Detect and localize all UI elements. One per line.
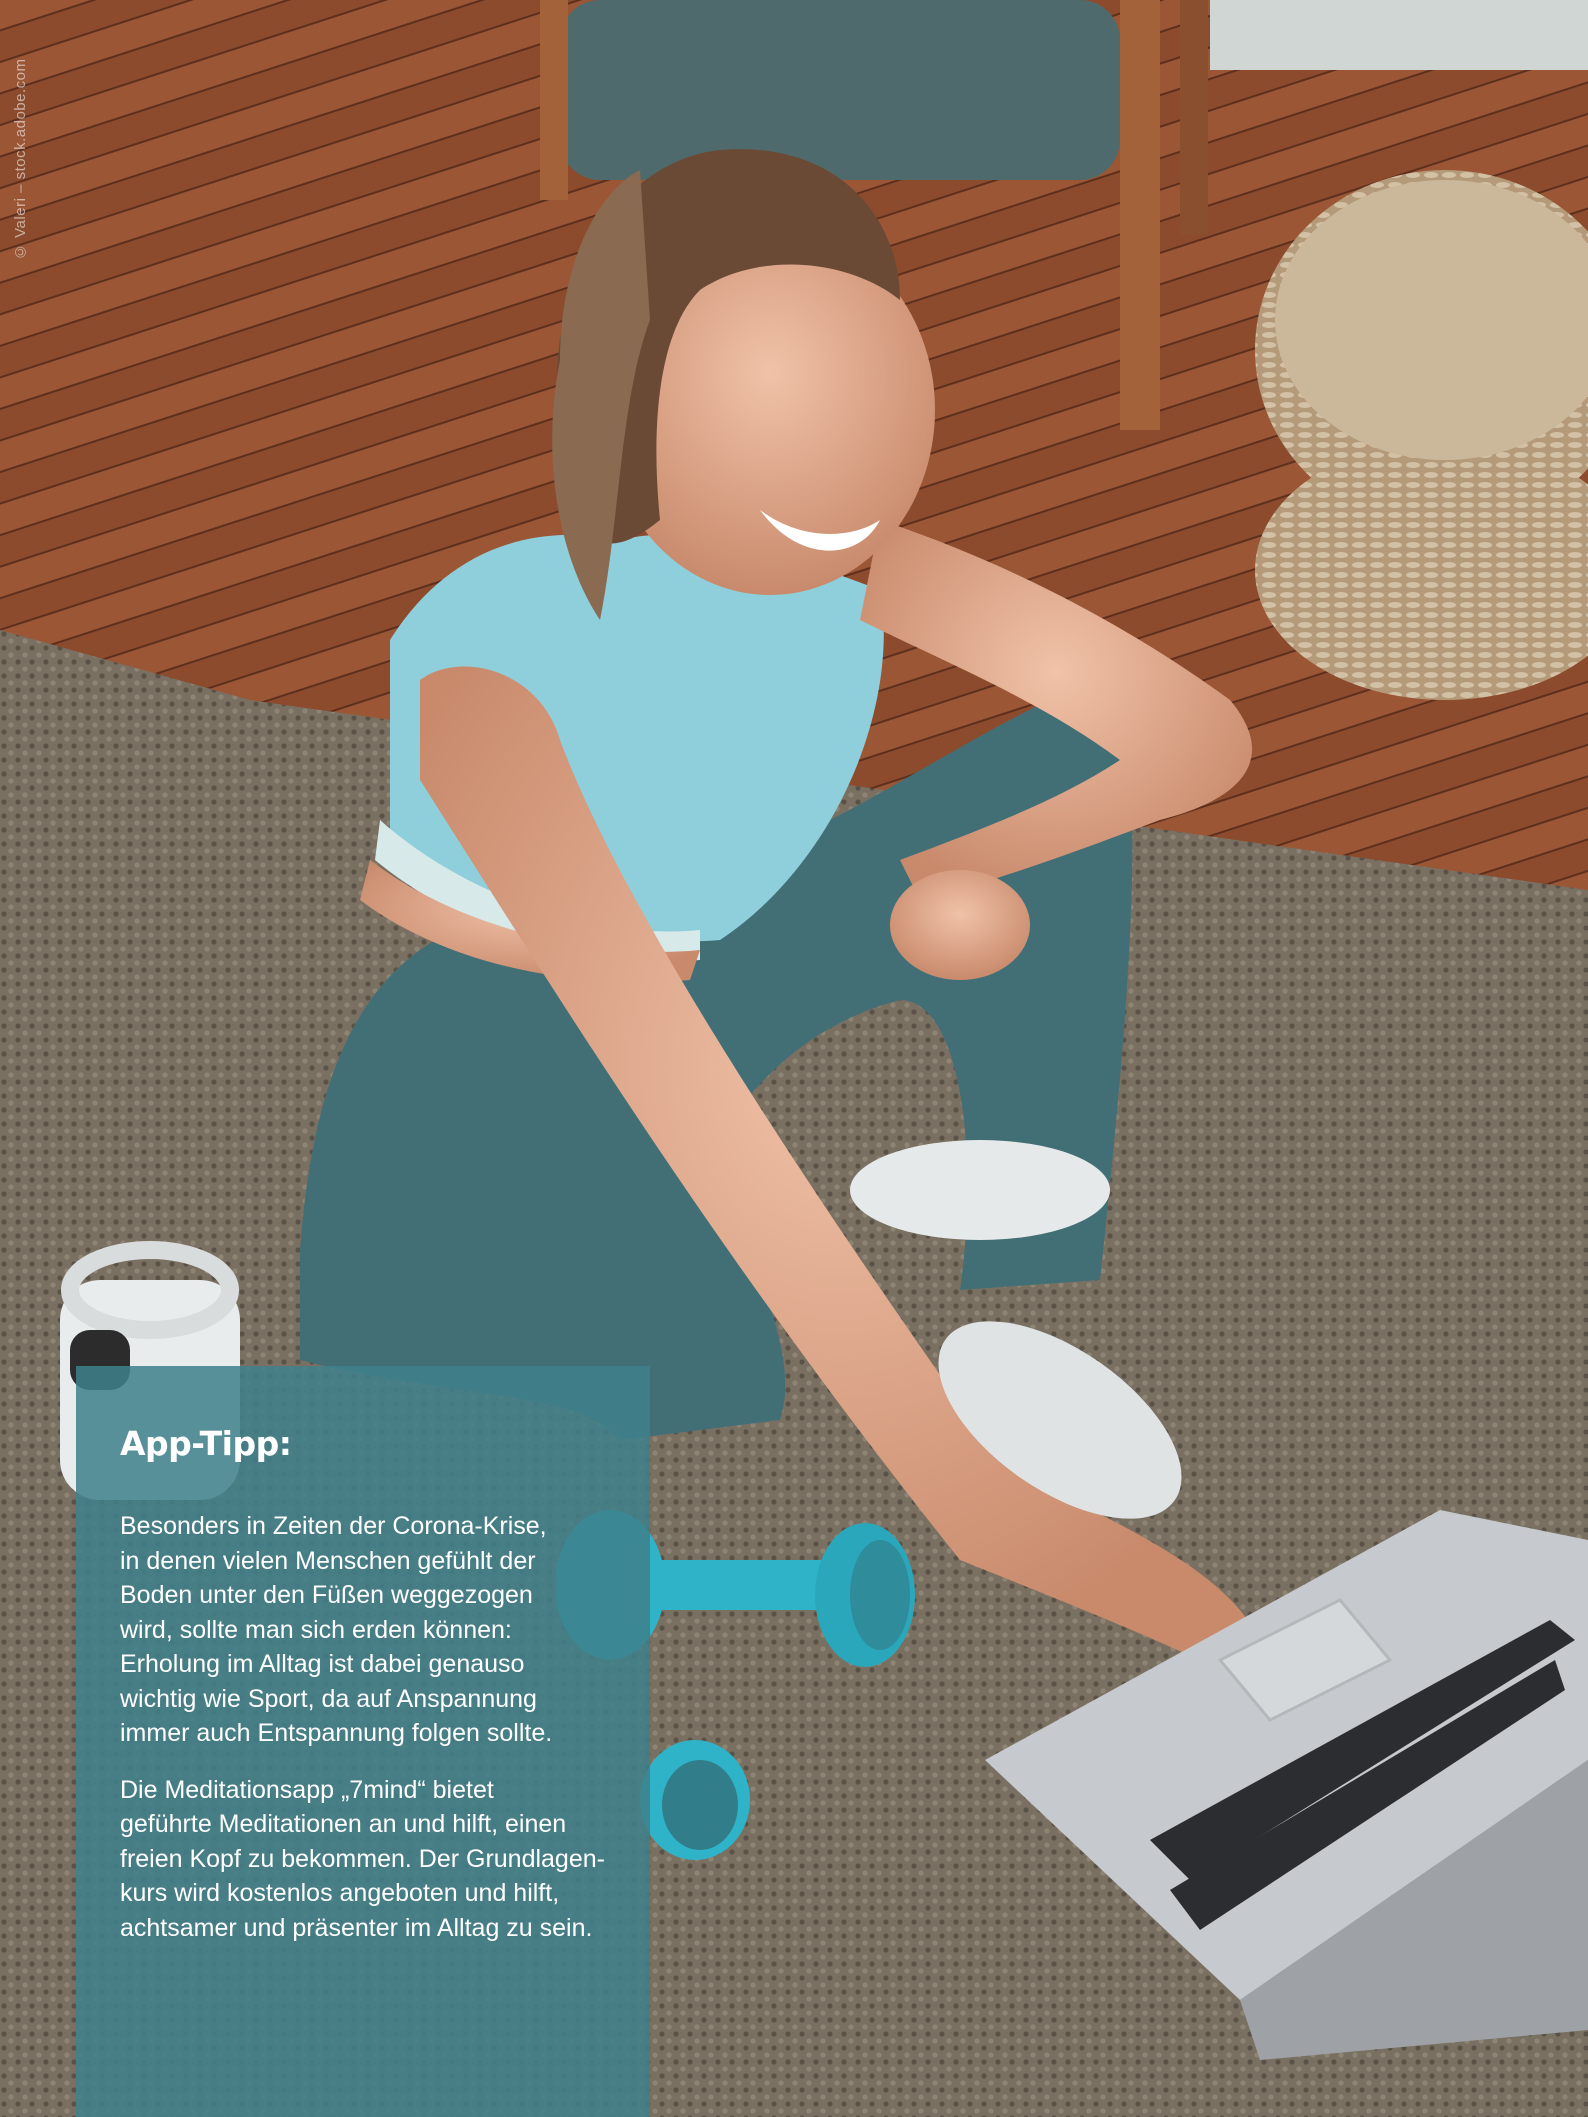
app-tip-paragraph-2: Die Meditationsapp „7mind“ bietet geführ… — [120, 1773, 610, 1946]
text-line: immer auch Entspannung folgen sollte. — [120, 1719, 553, 1747]
text-line: wichtig wie Sport, da auf Anspannung — [120, 1684, 537, 1713]
app-tip-box: App-Tipp: Besonders in Zeiten der Corona… — [76, 1366, 650, 2117]
text-line: geführte Meditationen an und hilft, eine… — [120, 1810, 567, 1838]
photo-credit: © Valeri – stock.adobe.com — [12, 58, 29, 260]
poufs — [1255, 170, 1588, 700]
text-line: in denen vielen Menschen gefühlt der — [120, 1546, 536, 1575]
text-line: Boden unter den Füßen weggezogen — [120, 1581, 533, 1609]
text-line: kurs wird kostenlos angeboten und hilft, — [120, 1879, 560, 1907]
app-tip-paragraph-1: Besonders in Zeiten der Corona-Krise, in… — [120, 1509, 610, 1751]
app-tip-title: App-Tipp: — [120, 1424, 292, 1463]
text-line: achtsamer und präsenter im Alltag zu sei… — [120, 1913, 593, 1942]
text-line: Besonders in Zeiten der Corona-Krise, — [120, 1512, 547, 1540]
text-line: freien Kopf zu bekommen. Der Grundlagen- — [120, 1844, 605, 1873]
text-line: wird, sollte man sich erden können: — [120, 1615, 512, 1644]
text-line: Erholung im Alltag ist dabei genauso — [120, 1650, 525, 1678]
window — [1210, 0, 1588, 70]
text-line: Die Meditationsapp „7mind“ bietet — [120, 1775, 494, 1804]
